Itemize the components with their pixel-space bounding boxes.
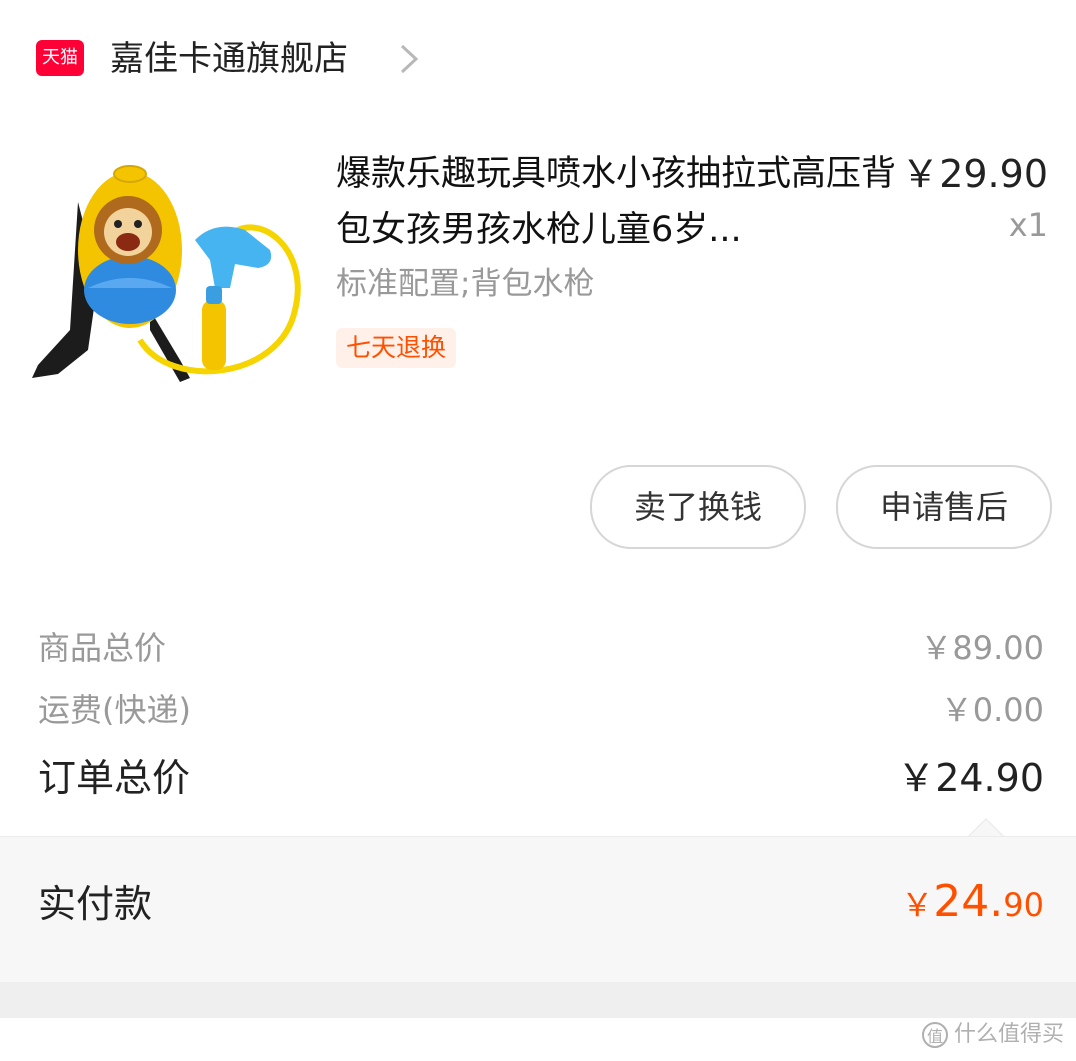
sell-button[interactable]: 卖了换钱: [590, 465, 806, 549]
order-total-label: 订单总价: [38, 756, 191, 800]
product-price: ￥29.90: [901, 152, 1048, 196]
paid-decimal: 90: [1003, 886, 1044, 924]
tmall-badge: 天猫: [36, 40, 84, 76]
goods-total-value: ￥89.00: [920, 629, 1044, 667]
shipping-label: 运费(快递): [38, 691, 191, 729]
shipping-value: ￥0.00: [940, 691, 1044, 729]
store-name[interactable]: 嘉佳卡通旗舰店: [110, 38, 348, 80]
product-title[interactable]: 爆款乐趣玩具喷水小孩抽拉式高压背包女孩男孩水枪儿童6岁...: [336, 146, 896, 258]
service-tag: 七天退换: [336, 328, 457, 368]
product-spec: 标准配置;背包水枪: [336, 266, 595, 302]
watermark: 值 什么值得买: [921, 1020, 1064, 1050]
paid-currency-symbol: ￥: [901, 886, 934, 924]
order-total-value: ￥24.90: [897, 756, 1044, 800]
paid-label: 实付款: [38, 882, 153, 926]
chevron-right-icon[interactable]: [398, 42, 420, 76]
goods-total-label: 商品总价: [38, 629, 167, 667]
paid-integer: 24.: [933, 876, 1004, 927]
product-image[interactable]: [30, 160, 310, 390]
paid-amount: ￥24.90: [901, 876, 1044, 927]
watermark-text: 什么值得买: [953, 1022, 1064, 1047]
watermark-logo-icon: 值: [921, 1022, 948, 1048]
section-divider: [0, 982, 1076, 1018]
panel-notch-fill: [970, 820, 1002, 836]
after-sale-button[interactable]: 申请售后: [836, 465, 1052, 549]
product-quantity: x1: [1008, 206, 1048, 244]
